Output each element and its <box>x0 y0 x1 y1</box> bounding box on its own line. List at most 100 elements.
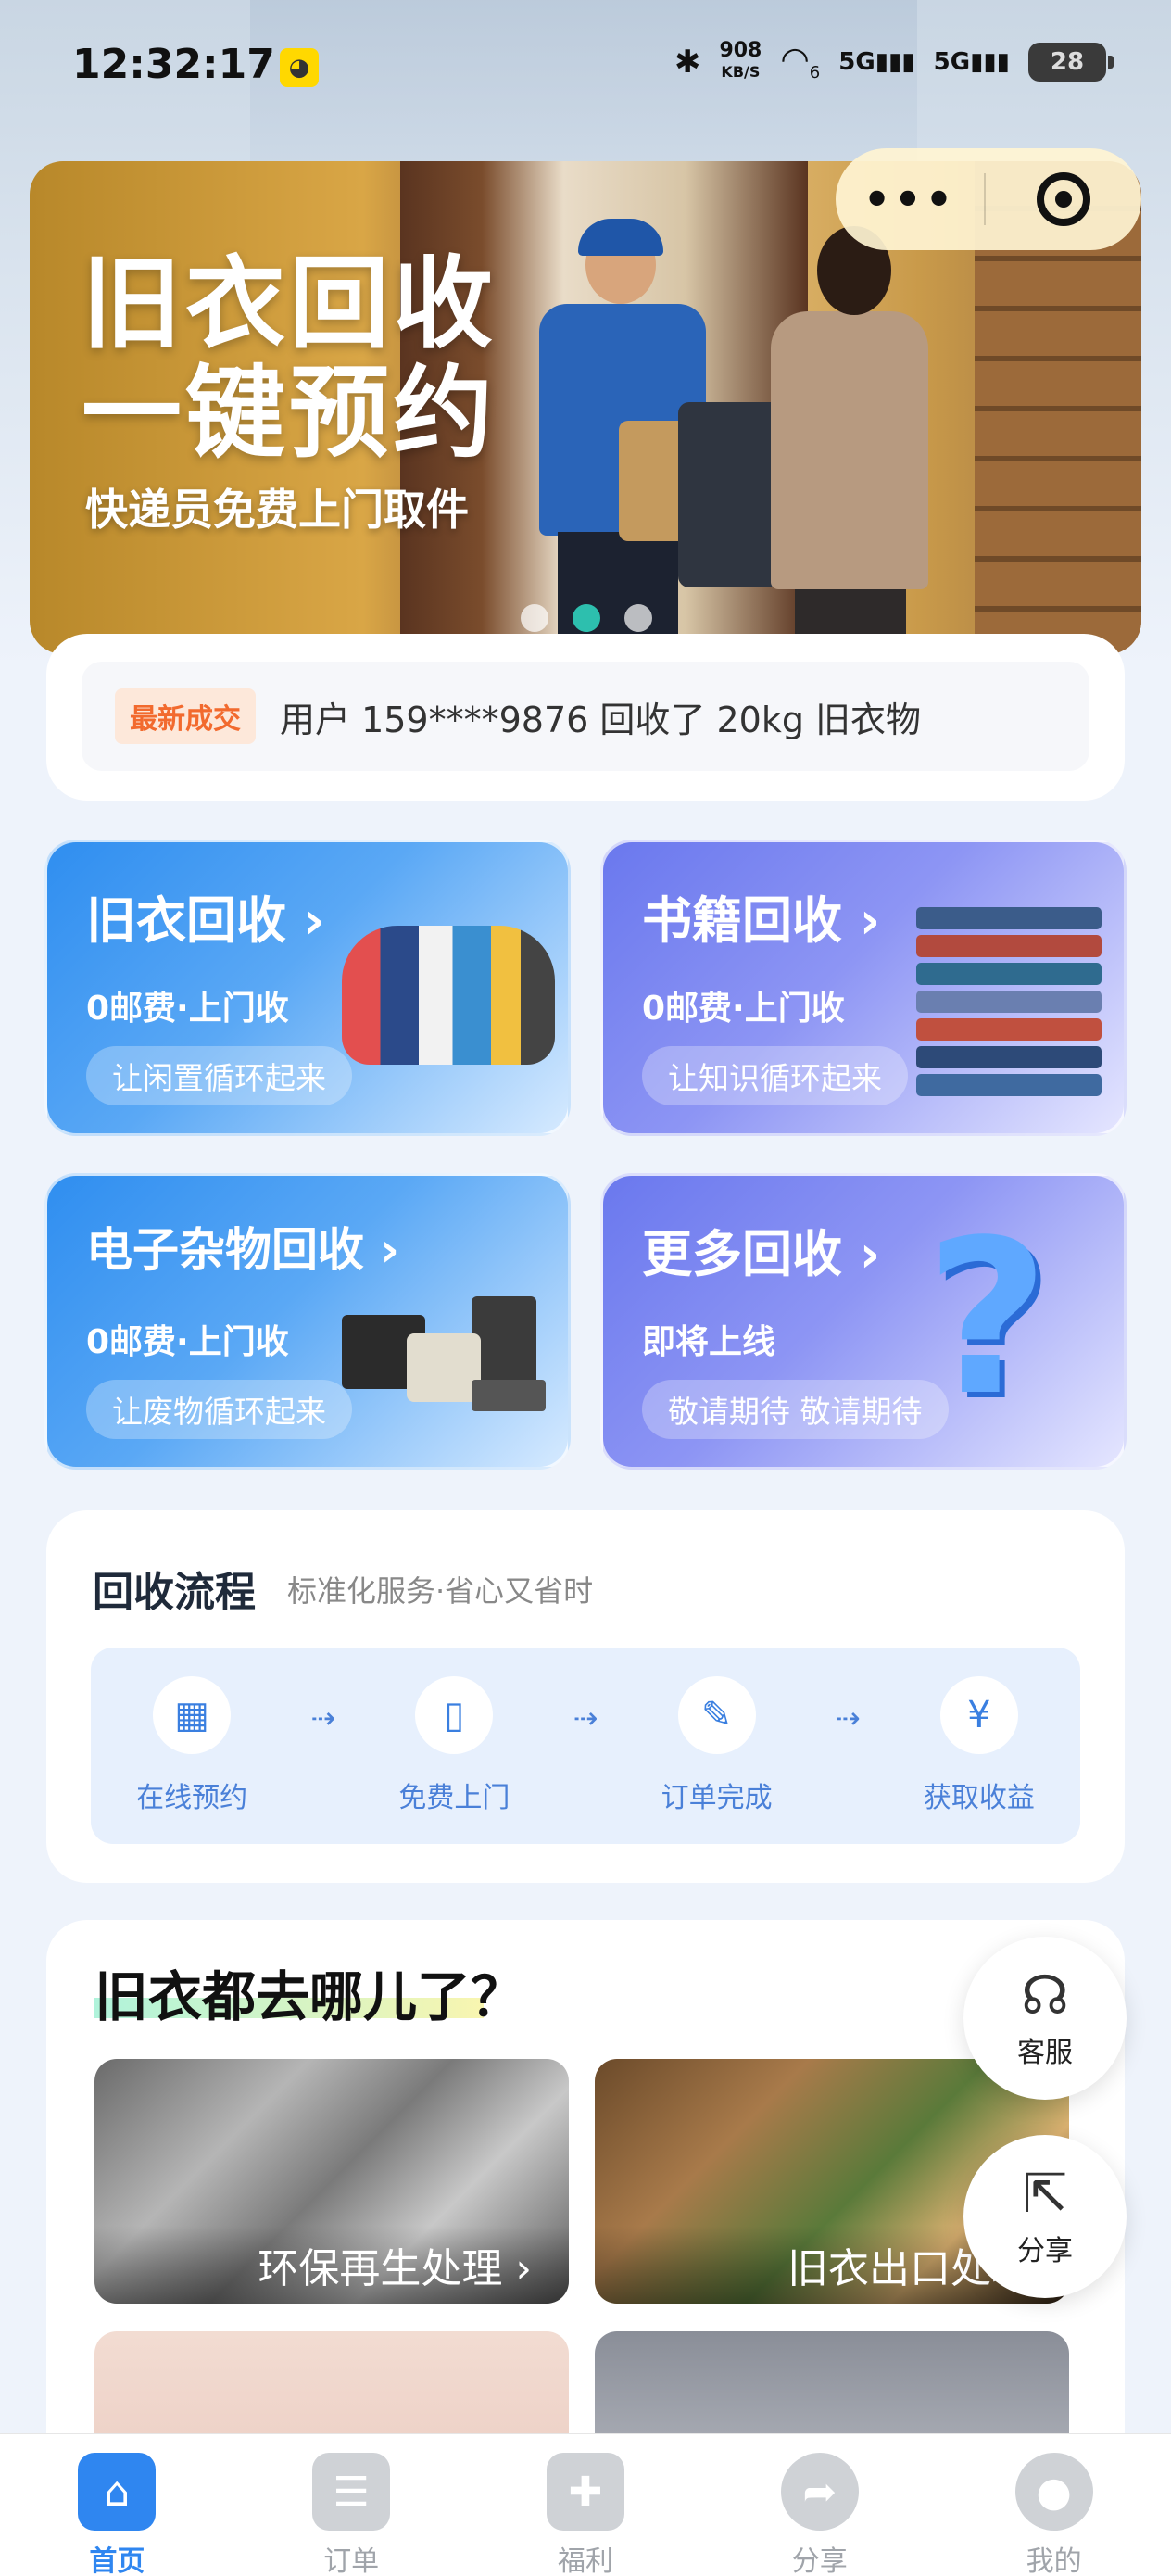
process-step-complete: ✎ 订单完成 <box>634 1676 800 1815</box>
banner-dot-2[interactable] <box>573 604 600 632</box>
bottom-tab-bar: ⌂ 首页 ☰ 订单 ✚ 福利 ➦ 分享 ● 我的 <box>0 2433 1171 2576</box>
category-clothes-sub: 0邮费·上门收 <box>86 990 289 1028</box>
process-step-label: 在线预约 <box>136 1782 248 1814</box>
latest-deal-tag: 最新成交 <box>115 688 256 744</box>
signal-icon-2: 5G▮▮▮ <box>933 47 1010 76</box>
door-icon: ▯ <box>415 1676 494 1754</box>
tab-orders[interactable]: ☰ 订单 <box>258 2453 444 2576</box>
net-speed-unit: KB/S <box>721 63 761 82</box>
recycle-processing-photo[interactable]: 环保再生处理 › <box>94 2059 569 2304</box>
close-miniprogram-button[interactable] <box>986 172 1141 226</box>
process-subtitle: 标准化服务·省心又省时 <box>287 1573 594 1609</box>
money-bag-icon: ¥ <box>939 1676 1018 1754</box>
process-step-earnings: ¥ 获取收益 <box>896 1676 1063 1815</box>
net-speed: 908 KB/S <box>719 41 762 82</box>
signal-icon-1: 5G▮▮▮ <box>838 47 915 76</box>
banner-title: 旧衣回收 一键预约 <box>82 250 497 469</box>
status-time: 12:32:17 <box>72 41 275 88</box>
banner-dot-1[interactable] <box>521 604 548 632</box>
tab-label: 福利 <box>557 2545 613 2576</box>
share-icon: ➦ <box>780 2453 859 2531</box>
category-more-title: 更多回收 › <box>642 1213 880 1286</box>
tab-label: 订单 <box>323 2545 380 2576</box>
process-step-label: 获取收益 <box>923 1782 1035 1814</box>
tab-welfare[interactable]: ✚ 福利 <box>493 2453 678 2576</box>
share-icon: ⇱ <box>1022 2162 1068 2225</box>
arrow-right-icon: ⇢ <box>835 1700 861 1736</box>
net-speed-value: 908 <box>719 39 762 63</box>
checklist-icon: ✎ <box>677 1676 756 1754</box>
category-electronics-card[interactable]: 电子杂物回收 › 0邮费·上门收 让废物循环起来 <box>44 1173 571 1470</box>
miniprogram-capsule: ••• <box>836 148 1141 250</box>
order-icon: ☰ <box>312 2453 391 2531</box>
share-button[interactable]: ⇱ 分享 <box>963 2135 1127 2298</box>
tab-profile[interactable]: ● 我的 <box>962 2453 1147 2576</box>
category-books-card[interactable]: 书籍回收 › 0邮费·上门收 让知识循环起来 <box>600 840 1127 1136</box>
more-menu-button[interactable]: ••• <box>836 174 984 224</box>
category-more-title-text: 更多回收 <box>642 1225 842 1283</box>
banner-pagination <box>521 604 652 632</box>
home-icon: ⌂ <box>78 2453 157 2531</box>
profile-icon: ● <box>1014 2453 1093 2531</box>
arrow-right-icon: ⇢ <box>310 1700 336 1736</box>
question-mark-icon: ? <box>925 1195 1050 1443</box>
customer-service-label: 客服 <box>1017 2037 1073 2069</box>
bluetooth-icon: ✱ <box>674 43 701 81</box>
process-step-label: 订单完成 <box>661 1782 773 1814</box>
category-clothes-pill: 让闲置循环起来 <box>86 1046 352 1105</box>
where-title: 旧衣都去哪儿了？ <box>94 1965 525 2028</box>
process-step-booking: ▦ 在线预约 <box>108 1676 275 1815</box>
category-more-sub: 即将上线 <box>642 1323 776 1361</box>
battery-icon: 28 <box>1028 42 1114 82</box>
electronics-image <box>333 1222 555 1426</box>
category-electronics-title-text: 电子杂物回收 <box>86 1223 364 1277</box>
category-books-title-text: 书籍回收 <box>642 891 842 950</box>
recycle-process-card: 回收流程 标准化服务·省心又省时 ▦ 在线预约 ⇢ ▯ 免费上门 ⇢ ✎ 订单完… <box>46 1510 1125 1883</box>
status-icons: ✱ 908 KB/S ◠6 5G▮▮▮ 5G▮▮▮ 28 <box>674 41 1114 83</box>
gift-icon: ✚ <box>546 2453 624 2531</box>
arrow-right-icon: ⇢ <box>573 1700 598 1736</box>
calendar-icon: ▦ <box>153 1676 232 1754</box>
customer-service-button[interactable]: ☊ 客服 <box>963 1937 1127 2100</box>
target-icon <box>1037 172 1090 226</box>
headset-icon: ☊ <box>1021 1964 1069 2027</box>
category-books-pill: 让知识循环起来 <box>642 1046 908 1105</box>
chevron-right-icon: › <box>859 891 881 950</box>
category-clothes-card[interactable]: 旧衣回收 › 0邮费·上门收 让闲置循环起来 <box>44 840 571 1136</box>
banner-dot-3[interactable] <box>624 604 652 632</box>
clothes-pile-image <box>333 889 555 1092</box>
customer-illustration <box>762 226 938 654</box>
books-stack-image <box>888 889 1111 1096</box>
banner-subtitle: 快递员免费上门取件 <box>85 485 469 535</box>
tab-label: 分享 <box>791 2545 848 2576</box>
tab-label: 首页 <box>89 2545 145 2576</box>
tab-home[interactable]: ⌂ 首页 <box>24 2453 209 2576</box>
category-electronics-pill: 让废物循环起来 <box>86 1380 352 1439</box>
chevron-right-icon: › <box>859 1225 881 1283</box>
signal-label-1: 5G <box>838 47 875 76</box>
chevron-right-icon: › <box>303 891 325 950</box>
banner-title-line1: 旧衣回收 <box>82 246 497 362</box>
process-step-label: 免费上门 <box>398 1782 510 1814</box>
process-title: 回收流程 <box>93 1559 259 1623</box>
photo-caption: 环保再生处理 › <box>94 2226 569 2304</box>
app-notification-icon: ◕ <box>280 48 319 87</box>
category-more-card[interactable]: 更多回收 › 即将上线 敬请期待 敬请期待 ? <box>600 1173 1127 1470</box>
category-books-sub: 0邮费·上门收 <box>642 990 845 1028</box>
category-clothes-title: 旧衣回收 › <box>86 879 324 953</box>
banner-title-line2: 一键预约 <box>82 356 497 472</box>
process-step-pickup: ▯ 免费上门 <box>371 1676 537 1815</box>
wifi-icon: ◠6 <box>780 41 821 83</box>
wifi-tag: 6 <box>809 63 821 83</box>
category-electronics-sub: 0邮费·上门收 <box>86 1323 289 1361</box>
signal-label-2: 5G <box>933 47 971 76</box>
latest-deal-text: 用户 159****9876 回收了 20kg 旧衣物 <box>280 699 922 740</box>
share-label: 分享 <box>1017 2235 1073 2267</box>
status-bar: 12:32:17 ◕ ✱ 908 KB/S ◠6 5G▮▮▮ 5G▮▮▮ 28 <box>0 0 1171 139</box>
category-books-title: 书籍回收 › <box>642 879 880 953</box>
category-clothes-title-text: 旧衣回收 <box>86 891 286 950</box>
latest-deal-ticker[interactable]: 最新成交 用户 159****9876 回收了 20kg 旧衣物 <box>82 662 1089 771</box>
tab-share[interactable]: ➦ 分享 <box>727 2453 913 2576</box>
latest-deal-card: 最新成交 用户 159****9876 回收了 20kg 旧衣物 <box>46 634 1125 801</box>
tab-label: 我的 <box>1026 2545 1082 2576</box>
